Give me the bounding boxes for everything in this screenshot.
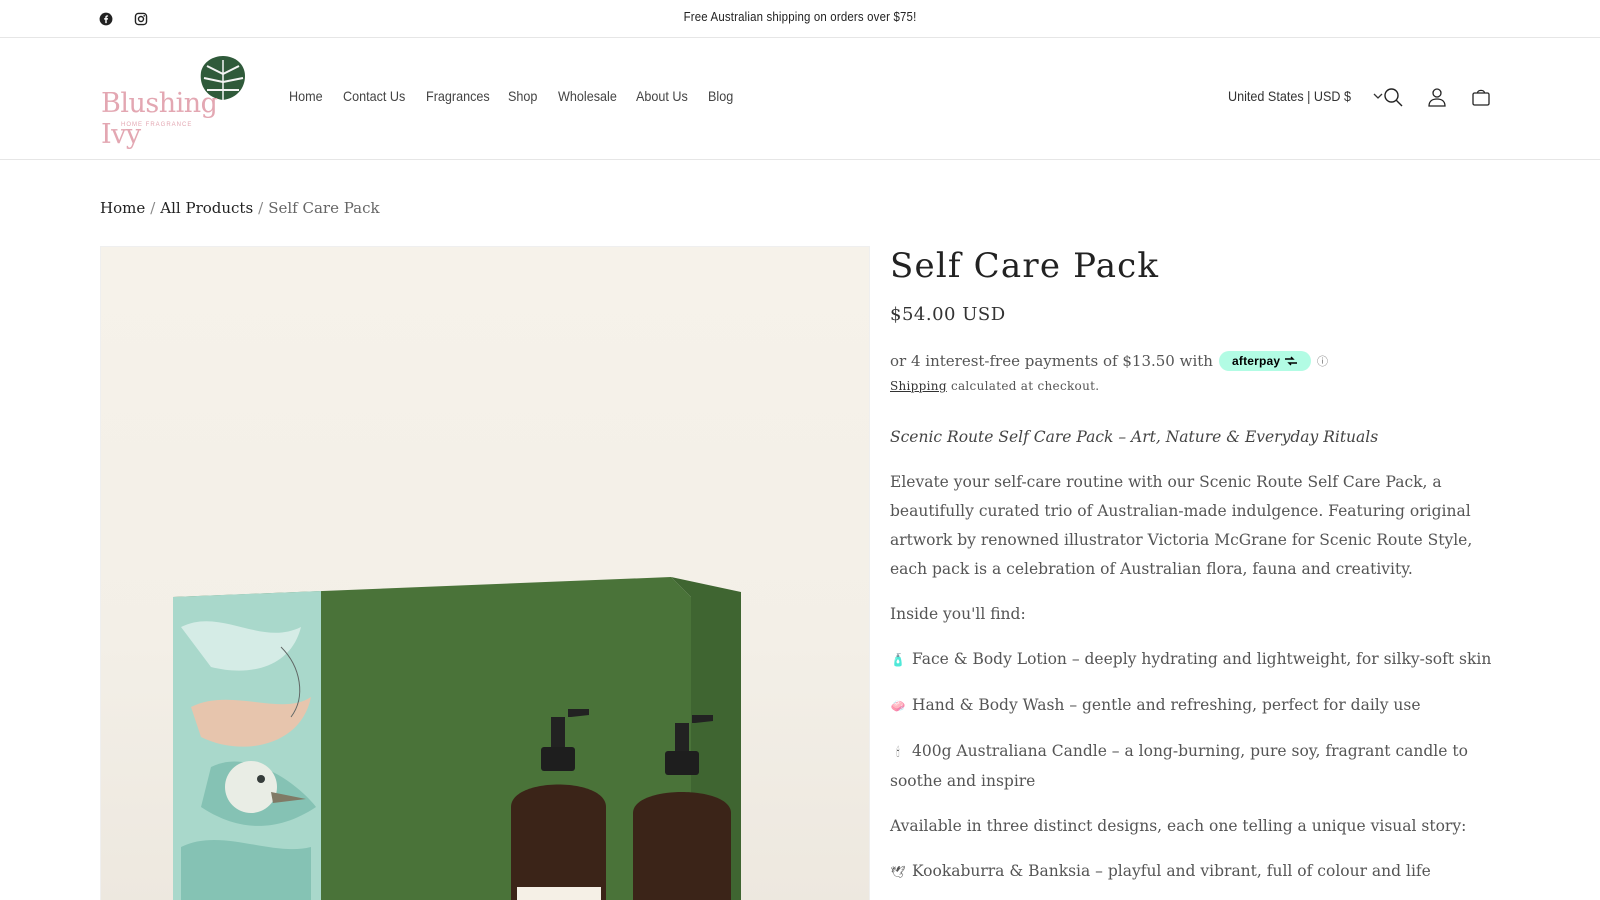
country-selector[interactable]: United States | USD $ bbox=[1228, 88, 1383, 104]
country-label: United States | USD $ bbox=[1228, 88, 1352, 104]
site-header: Blushing Ivy HOME FRAGRANCE Home Contact… bbox=[0, 38, 1600, 160]
inside-heading: Inside you'll find: bbox=[890, 605, 1026, 623]
logo-text: Blushing Ivy bbox=[101, 88, 218, 150]
nav-fragrances[interactable]: Fragrances bbox=[426, 88, 490, 104]
product-tagline: Scenic Route Self Care Pack – Art, Natur… bbox=[890, 428, 1379, 446]
lotion-icon: 🧴 bbox=[890, 653, 906, 667]
breadcrumb-separator: / bbox=[258, 199, 264, 217]
logo-subtext: HOME FRAGRANCE bbox=[121, 122, 193, 128]
list-item: 🕊 Kookaburra & Banksia – playful and vibr… bbox=[890, 857, 1500, 887]
item-text: Hand & Body Wash – gentle and refreshing… bbox=[912, 696, 1421, 714]
search-icon[interactable] bbox=[1381, 85, 1405, 109]
product-price: $54.00 USD bbox=[890, 304, 1006, 325]
dove-icon: 🕊 bbox=[890, 865, 906, 879]
list-item: 🧴 Face & Body Lotion – deeply hydrating a… bbox=[890, 645, 1500, 675]
product-title: Self Care Pack bbox=[890, 246, 1160, 286]
nav-shop[interactable]: Shop bbox=[508, 88, 537, 104]
product-description: Scenic Route Self Care Pack – Art, Natur… bbox=[890, 423, 1500, 887]
breadcrumb: Home / All Products / Self Care Pack bbox=[100, 199, 380, 217]
item-text: Face & Body Lotion – deeply hydrating an… bbox=[912, 650, 1492, 668]
list-item: 🧼 Hand & Body Wash – gentle and refreshin… bbox=[890, 691, 1500, 721]
cart-icon[interactable] bbox=[1469, 85, 1493, 109]
afterpay-logo[interactable]: afterpay bbox=[1218, 351, 1311, 371]
announcement-bar: Free Australian shipping on orders over … bbox=[0, 0, 1600, 38]
breadcrumb-home[interactable]: Home bbox=[100, 199, 145, 217]
account-icon[interactable] bbox=[1425, 85, 1449, 109]
list-item: 🕯 400g Australiana Candle – a long-burnin… bbox=[890, 737, 1500, 796]
product-info: Self Care Pack $54.00 USD or 4 interest-… bbox=[890, 246, 1500, 900]
product-image[interactable] bbox=[100, 246, 870, 900]
shipping-link[interactable]: Shipping bbox=[890, 379, 947, 393]
afterpay-arrows-icon bbox=[1284, 356, 1297, 366]
product-photo bbox=[173, 577, 741, 900]
breadcrumb-separator: / bbox=[150, 199, 156, 217]
afterpay-text: or 4 interest-free payments of $13.50 wi… bbox=[890, 352, 1213, 370]
soap-icon: 🧼 bbox=[890, 699, 906, 713]
afterpay-row: or 4 interest-free payments of $13.50 wi… bbox=[890, 351, 1500, 371]
nav-home[interactable]: Home bbox=[289, 88, 323, 104]
breadcrumb-all-products[interactable]: All Products bbox=[160, 199, 253, 217]
product-intro: Elevate your self-care routine with our … bbox=[890, 473, 1473, 578]
info-icon[interactable]: ⓘ bbox=[1317, 353, 1328, 369]
item-text: 400g Australiana Candle – a long-burning… bbox=[890, 742, 1468, 790]
designs-heading: Available in three distinct designs, eac… bbox=[890, 817, 1467, 835]
nav-about-us[interactable]: About Us bbox=[636, 88, 688, 104]
shipping-note: Shipping calculated at checkout. bbox=[890, 379, 1500, 393]
breadcrumb-current: Self Care Pack bbox=[268, 199, 380, 217]
nav-wholesale[interactable]: Wholesale bbox=[558, 88, 617, 104]
candle-icon: 🕯 bbox=[896, 745, 900, 759]
announcement-text: Free Australian shipping on orders over … bbox=[683, 9, 917, 24]
nav-contact-us[interactable]: Contact Us bbox=[343, 88, 405, 104]
nav-blog[interactable]: Blog bbox=[708, 88, 733, 104]
shipping-text: calculated at checkout. bbox=[950, 379, 1100, 393]
site-logo[interactable]: Blushing Ivy HOME FRAGRANCE bbox=[99, 54, 251, 150]
design-text: Kookaburra & Banksia – playful and vibra… bbox=[912, 862, 1431, 880]
afterpay-badge-label: afterpay bbox=[1232, 354, 1281, 368]
